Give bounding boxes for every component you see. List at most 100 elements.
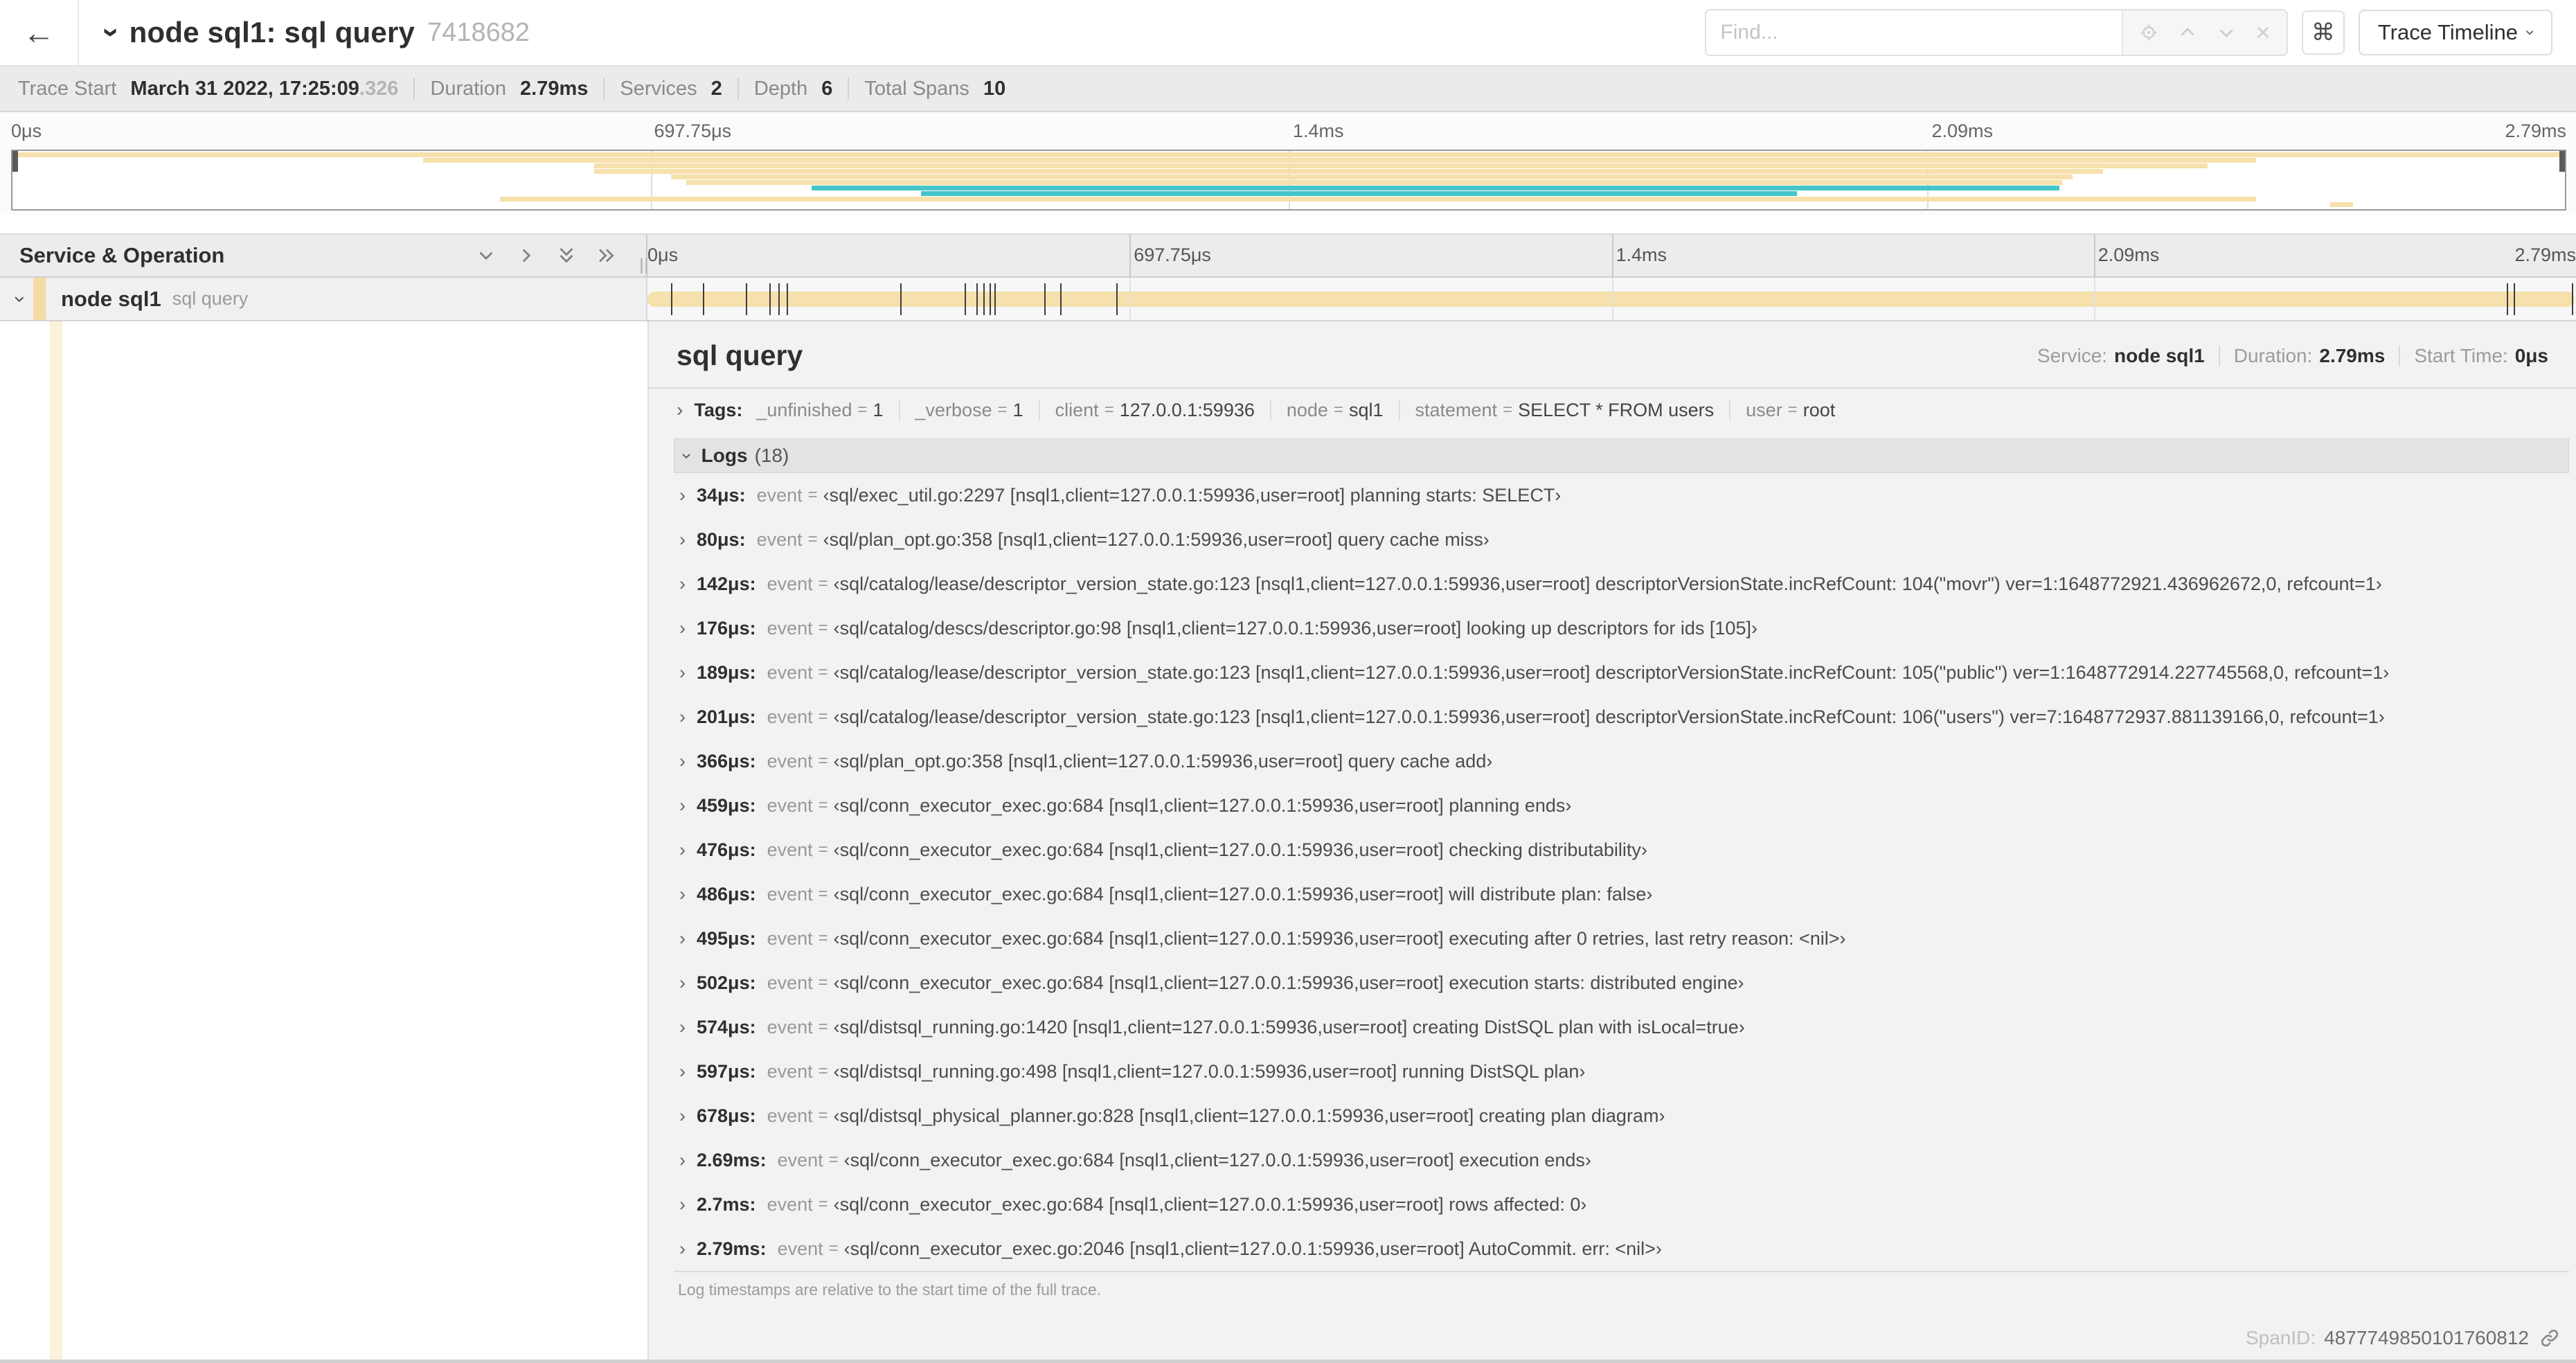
back-arrow-icon: ← — [23, 15, 55, 51]
find-controls: ✕ — [2122, 10, 2287, 55]
detail-info-value: 2.79ms — [2319, 344, 2386, 366]
find-box: ✕ — [1705, 9, 2288, 56]
log-row[interactable]: › 142μs: event = ‹sql/catalog/lease/descript… — [674, 562, 2569, 606]
locate-target-icon[interactable] — [2138, 22, 2159, 43]
log-row[interactable]: › 189μs: event = ‹sql/catalog/lease/descript… — [674, 650, 2569, 695]
tag-item: _verbose = 1 — [915, 400, 1023, 421]
log-row[interactable]: › 34μs: event = ‹sql/exec_util.go:2297 [nsql… — [674, 473, 2569, 517]
chevron-right-icon: › — [679, 706, 686, 727]
equals-sign: = — [807, 530, 818, 549]
summary-label: Total Spans — [864, 77, 969, 100]
panel-resize-grip[interactable] — [641, 258, 647, 274]
chevron-right-icon: › — [679, 1016, 686, 1037]
minimap-span-bar — [12, 152, 2565, 157]
chevron-right-icon: › — [679, 839, 686, 860]
log-event-key: event — [767, 1060, 813, 1082]
log-marker-tick — [778, 283, 780, 315]
chevron-right-icon: › — [679, 573, 686, 594]
back-button[interactable]: ← — [0, 0, 79, 65]
log-marker-tick — [2514, 283, 2516, 315]
log-row[interactable]: › 502μs: event = ‹sql/conn_executor_exec.go:… — [674, 961, 2569, 1005]
find-next-icon[interactable] — [2216, 22, 2237, 43]
view-range-right-handle[interactable] — [2559, 151, 2565, 172]
log-row[interactable]: › 2.79ms: event = ‹sql/conn_executor_exec.go… — [674, 1227, 2569, 1271]
tag-key: user — [1746, 399, 1782, 420]
span-operation-name: sql query — [172, 288, 249, 309]
equals-sign: = — [818, 618, 828, 637]
minimap-span-bar — [670, 175, 2073, 179]
summary-value-suffix: .326 — [359, 77, 399, 100]
summary-label: Trace Start — [18, 77, 117, 100]
span-bar-track[interactable] — [647, 278, 2576, 320]
find-clear-icon[interactable]: ✕ — [2255, 21, 2271, 44]
collapse-one-chevron-down-icon[interactable] — [474, 244, 498, 267]
view-range-left-handle[interactable] — [12, 151, 18, 172]
log-row[interactable]: › 201μs: event = ‹sql/catalog/lease/descript… — [674, 695, 2569, 739]
minimap-span-bar — [921, 191, 1797, 196]
find-input[interactable] — [1706, 10, 2122, 55]
log-marker-tick — [965, 283, 967, 315]
ruler-tick-label: 697.75μs — [1134, 244, 1211, 265]
equals-sign: = — [818, 751, 828, 770]
log-event-value: ‹sql/conn_executor_exec.go:684 [nsql1,cl… — [833, 927, 1846, 949]
log-event-key: event — [777, 1149, 823, 1170]
main-area: sql query Service: node sql1 Duration: 2.79… — [0, 321, 2576, 1363]
span-row[interactable]: › node sql1 sql query — [0, 278, 2576, 321]
log-row[interactable]: › 597μs: event = ‹sql/distsql_running.go:498… — [674, 1049, 2569, 1094]
expand-all-double-chevron-right-icon[interactable] — [595, 244, 618, 267]
log-event-value: ‹sql/exec_util.go:2297 [nsql1,client=127… — [823, 484, 1562, 506]
view-select-button[interactable]: Trace Timeline › — [2358, 10, 2552, 55]
log-row[interactable]: › 2.69ms: event = ‹sql/conn_executor_exec.go… — [674, 1138, 2569, 1182]
log-event-key: event — [767, 1016, 813, 1037]
log-event-value: ‹sql/distsql_running.go:1420 [nsql1,clie… — [833, 1016, 1745, 1037]
tags-row[interactable]: › Tags: _unfinished = 1 _verbose = 1 client = 12… — [649, 389, 2576, 431]
equals-sign: = — [818, 663, 828, 682]
span-indent-guide — [50, 321, 62, 1363]
log-row[interactable]: › 176μs: event = ‹sql/catalog/descs/descript… — [674, 606, 2569, 650]
service-operation-panel — [0, 321, 647, 1363]
log-marker-tick — [1116, 283, 1118, 315]
trace-timeline-page: ← › node sql1: sql query 7418682 Find...… — [0, 0, 2576, 1363]
log-event-value: ‹sql/conn_executor_exec.go:684 [nsql1,cl… — [843, 1149, 1591, 1170]
tag-key: node — [1286, 399, 1328, 420]
log-row[interactable]: › 366μs: event = ‹sql/plan_opt.go:358 [nsql1… — [674, 739, 2569, 783]
log-marker-tick — [769, 283, 771, 315]
equals-sign: = — [818, 707, 828, 726]
span-duration-bar[interactable] — [647, 291, 2575, 307]
log-row[interactable]: › 574μs: event = ‹sql/distsql_running.go:142… — [674, 1005, 2569, 1049]
chevron-down-icon: › — [677, 452, 698, 459]
summary-item: Depth 6 — [754, 78, 833, 100]
equals-sign: = — [818, 1062, 828, 1080]
summary-label: Duration — [430, 77, 506, 100]
log-row[interactable]: › 486μs: event = ‹sql/conn_executor_exec.go:… — [674, 872, 2569, 916]
log-event-value: ‹sql/distsql_running.go:498 [nsql1,clien… — [833, 1060, 1586, 1082]
logs-header[interactable]: › Logs (18) — [674, 438, 2569, 473]
divider — [848, 78, 850, 100]
collapse-all-double-chevron-down-icon[interactable] — [555, 244, 578, 267]
minimap-canvas[interactable] — [11, 150, 2566, 211]
expand-one-chevron-right-icon[interactable] — [515, 244, 538, 267]
trace-summary-bar: Trace Start March 31 2022, 17:25:09.326 D… — [0, 66, 2576, 112]
span-collapse-chevron-down-icon[interactable]: › — [8, 296, 32, 303]
log-row[interactable]: › 459μs: event = ‹sql/conn_executor_exec.go:… — [674, 783, 2569, 828]
log-row[interactable]: › 678μs: event = ‹sql/distsql_physical_plann… — [674, 1094, 2569, 1138]
divider — [1038, 400, 1040, 420]
log-timestamp: 495μs: — [697, 927, 756, 949]
title-collapse-chevron-down-icon[interactable]: › — [94, 28, 129, 38]
log-row[interactable]: › 80μs: event = ‹sql/plan_opt.go:358 [nsql1,… — [674, 517, 2569, 562]
tags-items: _unfinished = 1 _verbose = 1 client = 127.0.0.1:… — [756, 400, 1835, 421]
tags-label: Tags: — [694, 399, 743, 420]
deep-link-icon[interactable] — [2539, 1327, 2561, 1349]
gridline — [2093, 235, 2095, 276]
log-row[interactable]: › 476μs: event = ‹sql/conn_executor_exec.go:… — [674, 828, 2569, 872]
span-row-label[interactable]: › node sql1 sql query — [0, 278, 647, 320]
log-timestamp: 2.69ms: — [697, 1149, 767, 1170]
log-row[interactable]: › 495μs: event = ‹sql/conn_executor_exec.go:… — [674, 916, 2569, 961]
log-event-value: ‹sql/distsql_physical_planner.go:828 [ns… — [833, 1105, 1665, 1126]
log-row[interactable]: › 2.7ms: event = ‹sql/conn_executor_exec.go:… — [674, 1182, 2569, 1227]
keyboard-shortcuts-button[interactable]: ⌘ — [2301, 10, 2345, 55]
find-prev-icon[interactable] — [2177, 22, 2198, 43]
log-timestamp: 502μs: — [697, 972, 756, 993]
log-event-value: ‹sql/catalog/descs/descriptor.go:98 [nsq… — [833, 617, 1757, 639]
log-marker-tick — [900, 283, 902, 315]
